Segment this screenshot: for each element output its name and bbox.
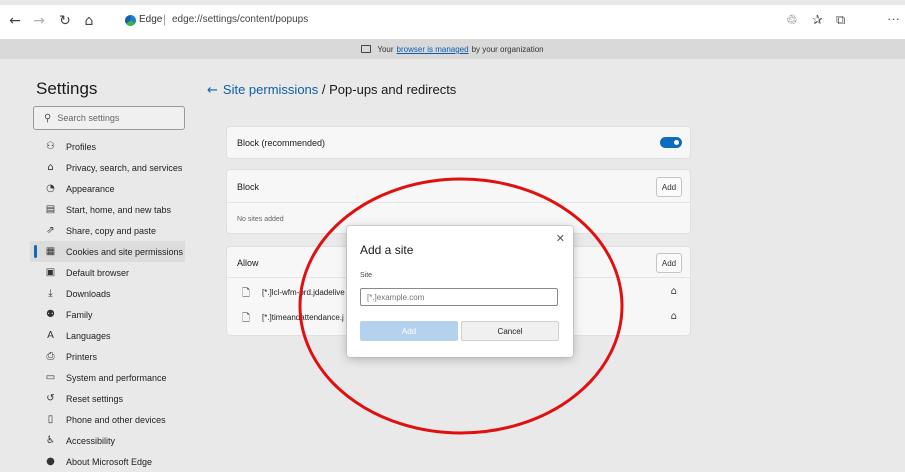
dialog-add-button[interactable]: Add (360, 321, 458, 341)
sidebar-item[interactable]: ◔ Appearance (30, 178, 185, 199)
printer-icon: ⎙ (46, 351, 55, 362)
refresh-icon[interactable]: ↻ (56, 12, 74, 30)
browser-toolbar: ← → ↻ ⌂ Edge | edge://settings/content/p… (0, 5, 905, 40)
search-icon: ⚲ (44, 112, 52, 124)
back-arrow-icon[interactable]: ← (207, 83, 218, 98)
sidebar-item[interactable]: ⚉ Family (30, 304, 185, 325)
sidebar-item-label: Profiles (66, 141, 97, 152)
back-icon[interactable]: ← (6, 12, 24, 30)
site-input[interactable] (360, 288, 558, 306)
document-icon: 🗋 (242, 313, 251, 324)
home-icon[interactable]: ⌂ (80, 12, 98, 30)
banner-prefix: Your (377, 45, 394, 54)
phone-icon: ▯ (47, 414, 54, 425)
tracking-icon[interactable]: ♲ (786, 13, 798, 28)
download-icon: ⤓ (48, 288, 53, 299)
block-recommended-card: Block (recommended) (227, 127, 690, 158)
edge-icon: ● (46, 456, 55, 467)
sidebar-item-label: Start, home, and new tabs (66, 204, 172, 215)
sidebar-item-label: About Microsoft Edge (66, 456, 153, 467)
url-separator: | (163, 12, 167, 26)
sidebar-item[interactable]: ▣ Default browser (30, 262, 185, 283)
divider (227, 202, 690, 203)
sidebar-item[interactable]: ⎙ Printers (30, 346, 185, 367)
sidebar-item-label: System and performance (66, 372, 167, 383)
languages-icon: A (47, 330, 54, 341)
more-icon[interactable]: ··· (887, 11, 900, 26)
collections-icon[interactable]: ⧉ (836, 13, 845, 28)
banner-managed-link[interactable]: browser is managed (397, 45, 469, 54)
sidebar-item-label: Downloads (66, 288, 111, 299)
briefcase-icon (361, 44, 372, 53)
block-empty-text: No sites added (237, 216, 284, 223)
site-options-icon[interactable]: ⌂ (671, 286, 677, 297)
allow-label: Allow (237, 258, 259, 268)
banner-suffix: by your organization (471, 45, 544, 54)
sidebar-item-label: Phone and other devices (66, 414, 166, 425)
sidebar-item-label: Share, copy and paste (66, 225, 157, 236)
sidebar-item[interactable]: ⌂ Privacy, search, and services (30, 157, 185, 178)
managed-banner: Your browser is managed by your organiza… (0, 40, 905, 59)
appearance-icon: ◔ (46, 183, 55, 194)
allow-add-button[interactable]: Add (656, 253, 682, 273)
sidebar-item[interactable]: ● About Microsoft Edge (30, 451, 185, 472)
address-bar-url[interactable]: edge://settings/content/popups (172, 14, 308, 25)
close-icon[interactable]: ✕ (556, 232, 565, 245)
sidebar-item-label: Printers (66, 351, 98, 362)
document-icon: 🗋 (242, 288, 251, 299)
block-recommended-toggle[interactable] (660, 137, 682, 148)
sidebar-item[interactable]: A Languages (30, 325, 185, 346)
forward-icon[interactable]: → (30, 12, 48, 30)
title-separator: / (318, 82, 330, 97)
family-icon: ⚉ (46, 309, 55, 320)
favorites-icon[interactable]: ✰ (812, 13, 823, 28)
sidebar-item[interactable]: ▦ Cookies and site permissions (30, 241, 185, 262)
sidebar-item-label: Privacy, search, and services (66, 162, 183, 173)
default-browser-icon: ▣ (45, 267, 56, 278)
lock-icon: ⌂ (47, 162, 54, 173)
dialog-title: Add a site (360, 243, 414, 257)
cookies-icon: ▦ (45, 246, 56, 257)
sidebar-item[interactable]: ▤ Start, home, and new tabs (30, 199, 185, 220)
sidebar-item-label: Languages (66, 330, 111, 341)
edge-label: Edge (139, 14, 163, 25)
sidebar-item[interactable]: ▭ System and performance (30, 367, 185, 388)
add-site-dialog: Add a site ✕ Site Add Cancel (347, 226, 573, 357)
allow-site-name: [*.]timeandattendance.j (262, 313, 344, 322)
sidebar-item-label: Accessibility (66, 435, 116, 446)
site-field-label: Site (360, 272, 373, 279)
allow-site-name: [*.]lcl-wfm-prd.jdadelive (262, 288, 345, 297)
search-placeholder: Search settings (57, 113, 120, 123)
edge-logo-icon (125, 15, 136, 26)
sidebar-item-label: Reset settings (66, 393, 124, 404)
system-icon: ▭ (45, 372, 56, 383)
block-label: Block (237, 182, 260, 192)
sidebar-item[interactable]: ♿ Accessibility (30, 430, 185, 451)
block-add-button[interactable]: Add (656, 177, 682, 197)
page-title-text: Pop-ups and redirects (329, 82, 457, 97)
settings-title: Settings (36, 79, 98, 98)
breadcrumb-site-permissions[interactable]: Site permissions (223, 82, 318, 97)
start-icon: ▤ (45, 204, 56, 215)
profile-icon: ⚇ (46, 141, 55, 152)
block-card: Block Add No sites added (227, 170, 690, 233)
settings-nav: ⚇ Profiles ⌂ Privacy, search, and services ◔… (30, 136, 185, 472)
sidebar-item[interactable]: ↺ Reset settings (30, 388, 185, 409)
sidebar-item-label: Family (66, 309, 93, 320)
page-title: ← Site permissions / Pop-ups and redirect… (207, 82, 456, 98)
accessibility-icon: ♿ (46, 435, 55, 446)
site-options-icon[interactable]: ⌂ (671, 311, 677, 322)
block-recommended-label: Block (recommended) (237, 138, 326, 148)
sidebar-item-label: Appearance (66, 183, 115, 194)
sidebar-item-label: Default browser (66, 267, 130, 278)
sidebar-item[interactable]: ▯ Phone and other devices (30, 409, 185, 430)
share-icon: ⇗ (46, 225, 55, 236)
reset-icon: ↺ (46, 393, 55, 404)
sidebar-item-label: Cookies and site permissions (66, 246, 184, 257)
sidebar-item[interactable]: ⚇ Profiles (30, 136, 185, 157)
dialog-cancel-button[interactable]: Cancel (461, 321, 559, 341)
sidebar-item[interactable]: ⤓ Downloads (30, 283, 185, 304)
sidebar-item[interactable]: ⇗ Share, copy and paste (30, 220, 185, 241)
search-settings-input[interactable]: ⚲ Search settings (33, 106, 185, 130)
